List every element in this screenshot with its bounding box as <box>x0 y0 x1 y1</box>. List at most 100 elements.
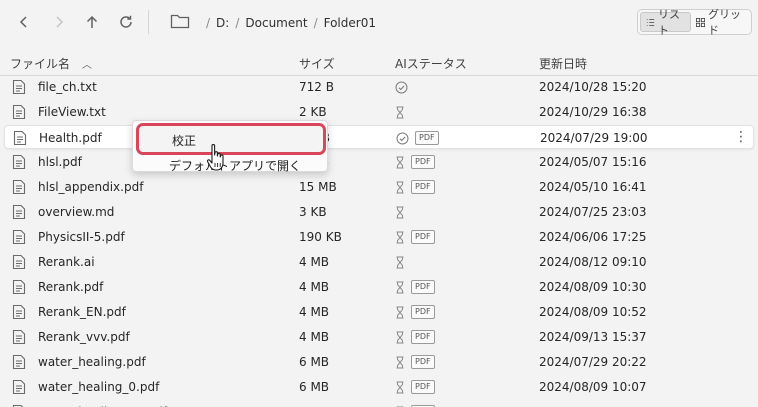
pdf-badge: PDF <box>411 155 435 169</box>
hourglass-icon <box>395 306 405 319</box>
file-row[interactable]: Rerank.pdf 4 MB PDF 2024/08/09 10:30 <box>4 275 754 299</box>
file-modified-date: 2024/05/10 16:41 <box>539 180 647 194</box>
breadcrumb: / D: / Document / Folder01 <box>200 14 376 32</box>
back-button[interactable] <box>12 10 36 34</box>
breadcrumb-item-document[interactable]: Document <box>245 16 307 30</box>
file-size: 4 MB <box>299 305 330 319</box>
document-icon <box>12 154 26 170</box>
file-name: Rerank.ai <box>38 255 95 269</box>
folder-icon <box>170 14 190 29</box>
document-icon <box>12 304 26 320</box>
breadcrumb-item-drive[interactable]: D: <box>216 16 229 30</box>
document-icon <box>12 329 26 345</box>
list-icon <box>646 18 655 26</box>
pdf-badge: PDF <box>411 180 435 194</box>
document-icon <box>12 229 26 245</box>
file-name: file_ch.txt <box>38 80 97 94</box>
file-name: hlsl_appendix.pdf <box>38 180 144 194</box>
file-size: 4 MB <box>299 280 330 294</box>
file-row[interactable]: water_healing_02.pdf6 MBPDF2024/08/09 10… <box>4 400 754 407</box>
column-header-name[interactable]: ファイル名 ︿ <box>10 55 92 72</box>
context-menu-item-label: デフォルトアプリで開く <box>169 159 302 173</box>
file-modified-date: 2024/10/29 16:38 <box>539 105 647 119</box>
ai-status <box>395 202 405 222</box>
file-modified-date: 2024/05/07 15:16 <box>539 155 647 169</box>
file-size: 6 MB <box>299 355 330 369</box>
file-row[interactable]: Health.pdf3 MBPDF2024/07/29 19:00⋮ <box>4 125 754 149</box>
file-row[interactable]: hlsl_appendix.pdf 15 MB PDF 2024/05/10 16:4… <box>4 175 754 199</box>
context-menu-item-label: 校正 <box>172 134 197 148</box>
ai-status <box>395 102 405 122</box>
ai-status: PDF <box>395 177 435 197</box>
file-row[interactable]: Rerank_EN.pdf 4 MB PDF 2024/08/09 10:52 <box>4 300 754 324</box>
grid-view-button[interactable]: グリッド <box>691 8 749 37</box>
context-menu: 校正 デフォルトアプリで開く <box>132 120 328 173</box>
file-row[interactable]: FileView.txt 2 KB 2024/10/29 16:38 <box>4 100 754 124</box>
column-header-modified[interactable]: 更新日時 <box>539 55 587 72</box>
file-modified-date: 2024/10/28 15:20 <box>539 80 647 94</box>
file-name: water_healing.pdf <box>38 355 146 369</box>
file-modified-date: 2024/07/25 23:03 <box>539 205 647 219</box>
context-menu-item-proofread[interactable]: 校正 <box>136 123 326 155</box>
file-row[interactable]: file_ch.txt 712 B 2024/10/28 15:20 <box>4 77 754 99</box>
hourglass-icon <box>395 281 405 294</box>
file-modified-date: 2024/08/12 09:10 <box>539 255 647 269</box>
file-name: water_healing_0.pdf <box>38 380 160 394</box>
refresh-button[interactable] <box>114 10 138 34</box>
file-row[interactable]: Rerank_vvv.pdf 4 MB PDF 2024/09/13 15:37 <box>4 325 754 349</box>
hourglass-icon <box>395 206 405 219</box>
list-view-button[interactable]: リスト <box>640 8 691 37</box>
file-name: PhysicsII-5.pdf <box>38 230 125 244</box>
up-button[interactable] <box>80 10 104 34</box>
column-header-size[interactable]: サイズ <box>299 55 335 72</box>
file-modified-date: 2024/07/29 19:00 <box>540 131 648 145</box>
file-row[interactable]: hlsl.pdf3 MBPDF2024/05/07 15:16 <box>4 150 754 174</box>
check-circle-icon <box>396 132 409 145</box>
check-circle-icon <box>395 81 408 94</box>
more-options-icon[interactable]: ⋮ <box>734 129 748 145</box>
file-size: 4 MB <box>299 255 330 269</box>
ai-status: PDF <box>395 377 435 397</box>
breadcrumb-separator: / <box>206 16 211 30</box>
file-name: Rerank.pdf <box>38 280 104 294</box>
pdf-badge: PDF <box>411 355 435 369</box>
toolbar: / D: / Document / Folder01 リスト グリッド <box>0 0 758 44</box>
chevron-left-icon <box>19 16 27 28</box>
file-size: 15 MB <box>299 180 337 194</box>
file-list: file_ch.txt 712 B 2024/10/28 15:20 FileView… <box>0 77 758 407</box>
column-header-ai-status[interactable]: AIステータス <box>395 55 467 72</box>
file-size: 4 MB <box>299 330 330 344</box>
file-modified-date: 2024/09/13 15:37 <box>539 330 647 344</box>
pdf-badge: PDF <box>411 280 435 294</box>
hourglass-icon <box>395 231 405 244</box>
file-row[interactable]: water_healing_0.pdf 6 MB PDF 2024/08/09 10:… <box>4 375 754 399</box>
forward-button[interactable] <box>47 10 71 34</box>
refresh-icon <box>120 15 132 28</box>
file-row[interactable]: Rerank.ai 4 MB 2024/08/12 09:10 <box>4 250 754 274</box>
pdf-badge: PDF <box>415 131 439 145</box>
chevron-right-icon <box>56 16 64 28</box>
file-size: 712 B <box>299 80 334 94</box>
hourglass-icon <box>395 331 405 344</box>
pdf-badge: PDF <box>411 380 435 394</box>
arrow-up-icon <box>86 15 98 28</box>
document-icon <box>12 279 26 295</box>
document-icon <box>12 79 26 95</box>
file-modified-date: 2024/07/29 20:22 <box>539 355 647 369</box>
file-name: overview.md <box>38 205 115 219</box>
file-row[interactable]: overview.md 3 KB 2024/07/25 23:03 <box>4 200 754 224</box>
column-name-label: ファイル名 <box>10 57 71 71</box>
grid-icon <box>695 17 705 27</box>
file-row[interactable]: water_healing.pdf 6 MB PDF 2024/07/29 20:22 <box>4 350 754 374</box>
breadcrumb-separator: / <box>235 16 240 30</box>
pdf-badge: PDF <box>411 330 435 344</box>
file-row[interactable]: PhysicsII-5.pdf 190 KB PDF 2024/06/06 17:25 <box>4 225 754 249</box>
context-menu-item-open-default-app[interactable]: デフォルトアプリで開く <box>133 152 329 176</box>
document-icon <box>12 354 26 370</box>
hourglass-icon <box>395 356 405 369</box>
ai-status: PDF <box>395 152 435 172</box>
document-icon <box>12 254 26 270</box>
view-toggle: リスト グリッド <box>637 8 752 37</box>
ai-status: PDF <box>395 327 435 347</box>
breadcrumb-item-folder[interactable]: Folder01 <box>324 16 376 30</box>
